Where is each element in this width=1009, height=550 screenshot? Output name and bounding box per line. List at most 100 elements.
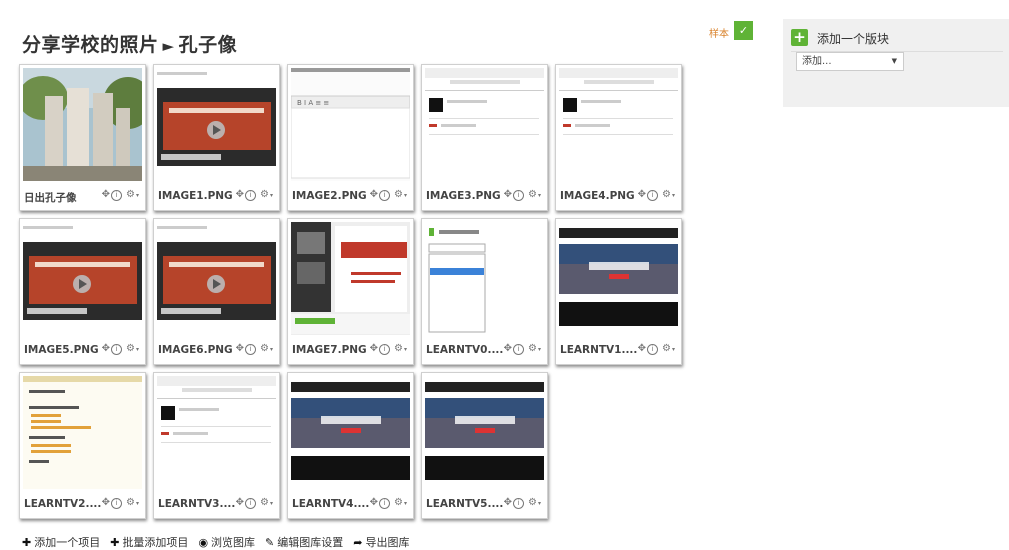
move-icon[interactable]: ✥ — [102, 343, 110, 354]
move-icon[interactable]: ✥ — [638, 189, 646, 200]
gallery-item[interactable]: IMAGE3.PNG ✥ i ⚙▾ — [421, 64, 548, 211]
chevron-down-icon[interactable]: ▾ — [404, 500, 407, 507]
gallery-item[interactable]: IMAGE6.PNG ✥ i ⚙▾ — [153, 218, 280, 365]
page-title-item: 孔子像 — [178, 34, 238, 56]
info-icon[interactable]: i — [379, 190, 391, 201]
move-icon[interactable]: ✥ — [370, 343, 378, 354]
gallery-item-thumbnail[interactable] — [425, 222, 544, 335]
add-block-icon[interactable]: + — [791, 29, 808, 46]
info-icon[interactable]: i — [647, 190, 659, 201]
chevron-down-icon[interactable]: ▾ — [404, 346, 407, 353]
info-icon[interactable]: i — [647, 344, 659, 355]
gallery-item-thumbnail[interactable] — [559, 222, 678, 335]
gallery-item[interactable]: IMAGE5.PNG ✥ i ⚙▾ — [19, 218, 146, 365]
gallery-item-thumbnail[interactable] — [157, 222, 276, 335]
move-icon[interactable]: ✥ — [504, 343, 512, 354]
gallery-item[interactable]: IMAGE1.PNG ✥ i ⚙▾ — [153, 64, 280, 211]
info-icon[interactable]: i — [513, 344, 525, 355]
chevron-down-icon[interactable]: ▾ — [136, 346, 139, 353]
gear-icon[interactable]: ⚙ — [662, 189, 671, 200]
gallery-item[interactable]: IMAGE7.PNG ✥ i ⚙▾ — [287, 218, 414, 365]
gallery-item[interactable]: IMAGE4.PNG ✥ i ⚙▾ — [555, 64, 682, 211]
add-block-select[interactable]: 添加... ▼ — [796, 52, 904, 71]
gear-icon[interactable]: ⚙ — [394, 189, 403, 200]
chevron-down-icon[interactable]: ▾ — [672, 192, 675, 199]
gear-icon[interactable]: ⚙ — [126, 189, 135, 200]
chevron-down-icon[interactable]: ▾ — [404, 192, 407, 199]
gallery-item-thumbnail[interactable] — [23, 68, 142, 181]
chevron-down-icon[interactable]: ▾ — [270, 346, 273, 353]
gallery-item-thumbnail[interactable] — [157, 68, 276, 181]
chevron-down-icon[interactable]: ▾ — [538, 346, 541, 353]
gallery-item-thumbnail[interactable]: B I A ≡ ≡ — [291, 68, 410, 181]
chevron-down-icon[interactable]: ▾ — [270, 192, 273, 199]
chevron-down-icon[interactable]: ▾ — [538, 500, 541, 507]
gear-icon[interactable]: ⚙ — [662, 343, 671, 354]
info-icon[interactable]: i — [379, 344, 391, 355]
gear-icon[interactable]: ⚙ — [126, 343, 135, 354]
info-icon[interactable]: i — [111, 190, 123, 201]
footer-action-label: 导出图库 — [365, 536, 410, 549]
sample-label: 样本 — [709, 29, 729, 40]
svg-text:B I A ≡ ≡: B I A ≡ ≡ — [297, 99, 329, 107]
gallery-item[interactable]: B I A ≡ ≡ IMAGE2.PNG ✥ i ⚙▾ — [287, 64, 414, 211]
info-icon[interactable]: i — [111, 498, 123, 509]
move-icon[interactable]: ✥ — [504, 189, 512, 200]
chevron-down-icon[interactable]: ▾ — [270, 500, 273, 507]
info-icon[interactable]: i — [513, 190, 525, 201]
move-icon[interactable]: ✥ — [638, 343, 646, 354]
gear-icon[interactable]: ⚙ — [528, 189, 537, 200]
info-icon[interactable]: i — [513, 498, 525, 509]
gallery-item-thumbnail[interactable] — [425, 376, 544, 489]
footer-action[interactable]: ✚ 添加一个项目 — [22, 534, 100, 550]
move-icon[interactable]: ✥ — [504, 497, 512, 508]
gallery-item[interactable]: LEARNTV5.... ✥ i ⚙▾ — [421, 372, 548, 519]
gallery-item-thumbnail[interactable] — [157, 376, 276, 489]
gallery-item[interactable]: LEARNTV0.... ✥ i ⚙▾ — [421, 218, 548, 365]
chevron-down-icon[interactable]: ▾ — [538, 192, 541, 199]
move-icon[interactable]: ✥ — [236, 189, 244, 200]
move-icon[interactable]: ✥ — [370, 189, 378, 200]
check-icon[interactable]: ✓ — [734, 21, 753, 40]
gear-icon[interactable]: ⚙ — [528, 497, 537, 508]
move-icon[interactable]: ✥ — [236, 343, 244, 354]
gallery-item-thumbnail[interactable] — [23, 222, 142, 335]
chevron-down-icon[interactable]: ▾ — [672, 346, 675, 353]
move-icon[interactable]: ✥ — [102, 189, 110, 200]
chevron-down-icon[interactable]: ▾ — [136, 500, 139, 507]
gallery-item-thumbnail[interactable] — [23, 376, 142, 489]
footer-action[interactable]: ◉ 浏览图库 — [198, 534, 255, 550]
footer-action[interactable]: ➦ 导出图库 — [353, 534, 409, 550]
gear-icon[interactable]: ⚙ — [260, 189, 269, 200]
gallery-item-caption: LEARNTV0.... — [426, 344, 504, 356]
gallery-item[interactable]: LEARNTV1.... ✥ i ⚙▾ — [555, 218, 682, 365]
gallery-item-thumbnail[interactable] — [291, 222, 410, 335]
info-icon[interactable]: i — [245, 344, 257, 355]
gallery-item-caption: LEARNTV2.... — [24, 498, 102, 510]
gear-icon[interactable]: ⚙ — [394, 343, 403, 354]
info-icon[interactable]: i — [111, 344, 123, 355]
gallery-item[interactable]: LEARNTV3.... ✥ i ⚙▾ — [153, 372, 280, 519]
gallery-item-actions: ✥ i ⚙▾ — [503, 497, 541, 509]
gallery-item-thumbnail[interactable] — [291, 376, 410, 489]
chevron-down-icon[interactable]: ▾ — [136, 192, 139, 199]
info-icon[interactable]: i — [245, 498, 257, 509]
info-icon[interactable]: i — [245, 190, 257, 201]
footer-action[interactable]: ✚ 批量添加项目 — [110, 534, 188, 550]
move-icon[interactable]: ✥ — [370, 497, 378, 508]
gallery-item[interactable]: LEARNTV4.... ✥ i ⚙▾ — [287, 372, 414, 519]
gallery-item[interactable]: LEARNTV2.... ✥ i ⚙▾ — [19, 372, 146, 519]
move-icon[interactable]: ✥ — [236, 497, 244, 508]
move-icon[interactable]: ✥ — [102, 497, 110, 508]
gallery-item-thumbnail[interactable] — [559, 68, 678, 181]
gallery-item[interactable]: 日出孔子像 ✥ i ⚙▾ — [19, 64, 146, 211]
gear-icon[interactable]: ⚙ — [394, 497, 403, 508]
gear-icon[interactable]: ⚙ — [528, 343, 537, 354]
info-icon[interactable]: i — [379, 498, 391, 509]
gear-icon[interactable]: ⚙ — [260, 497, 269, 508]
gallery-item-thumbnail[interactable] — [425, 68, 544, 181]
gear-icon[interactable]: ⚙ — [260, 343, 269, 354]
footer-action[interactable]: ✎ 编辑图库设置 — [265, 534, 343, 550]
plus-icon: ✚ — [110, 536, 120, 549]
gear-icon[interactable]: ⚙ — [126, 497, 135, 508]
